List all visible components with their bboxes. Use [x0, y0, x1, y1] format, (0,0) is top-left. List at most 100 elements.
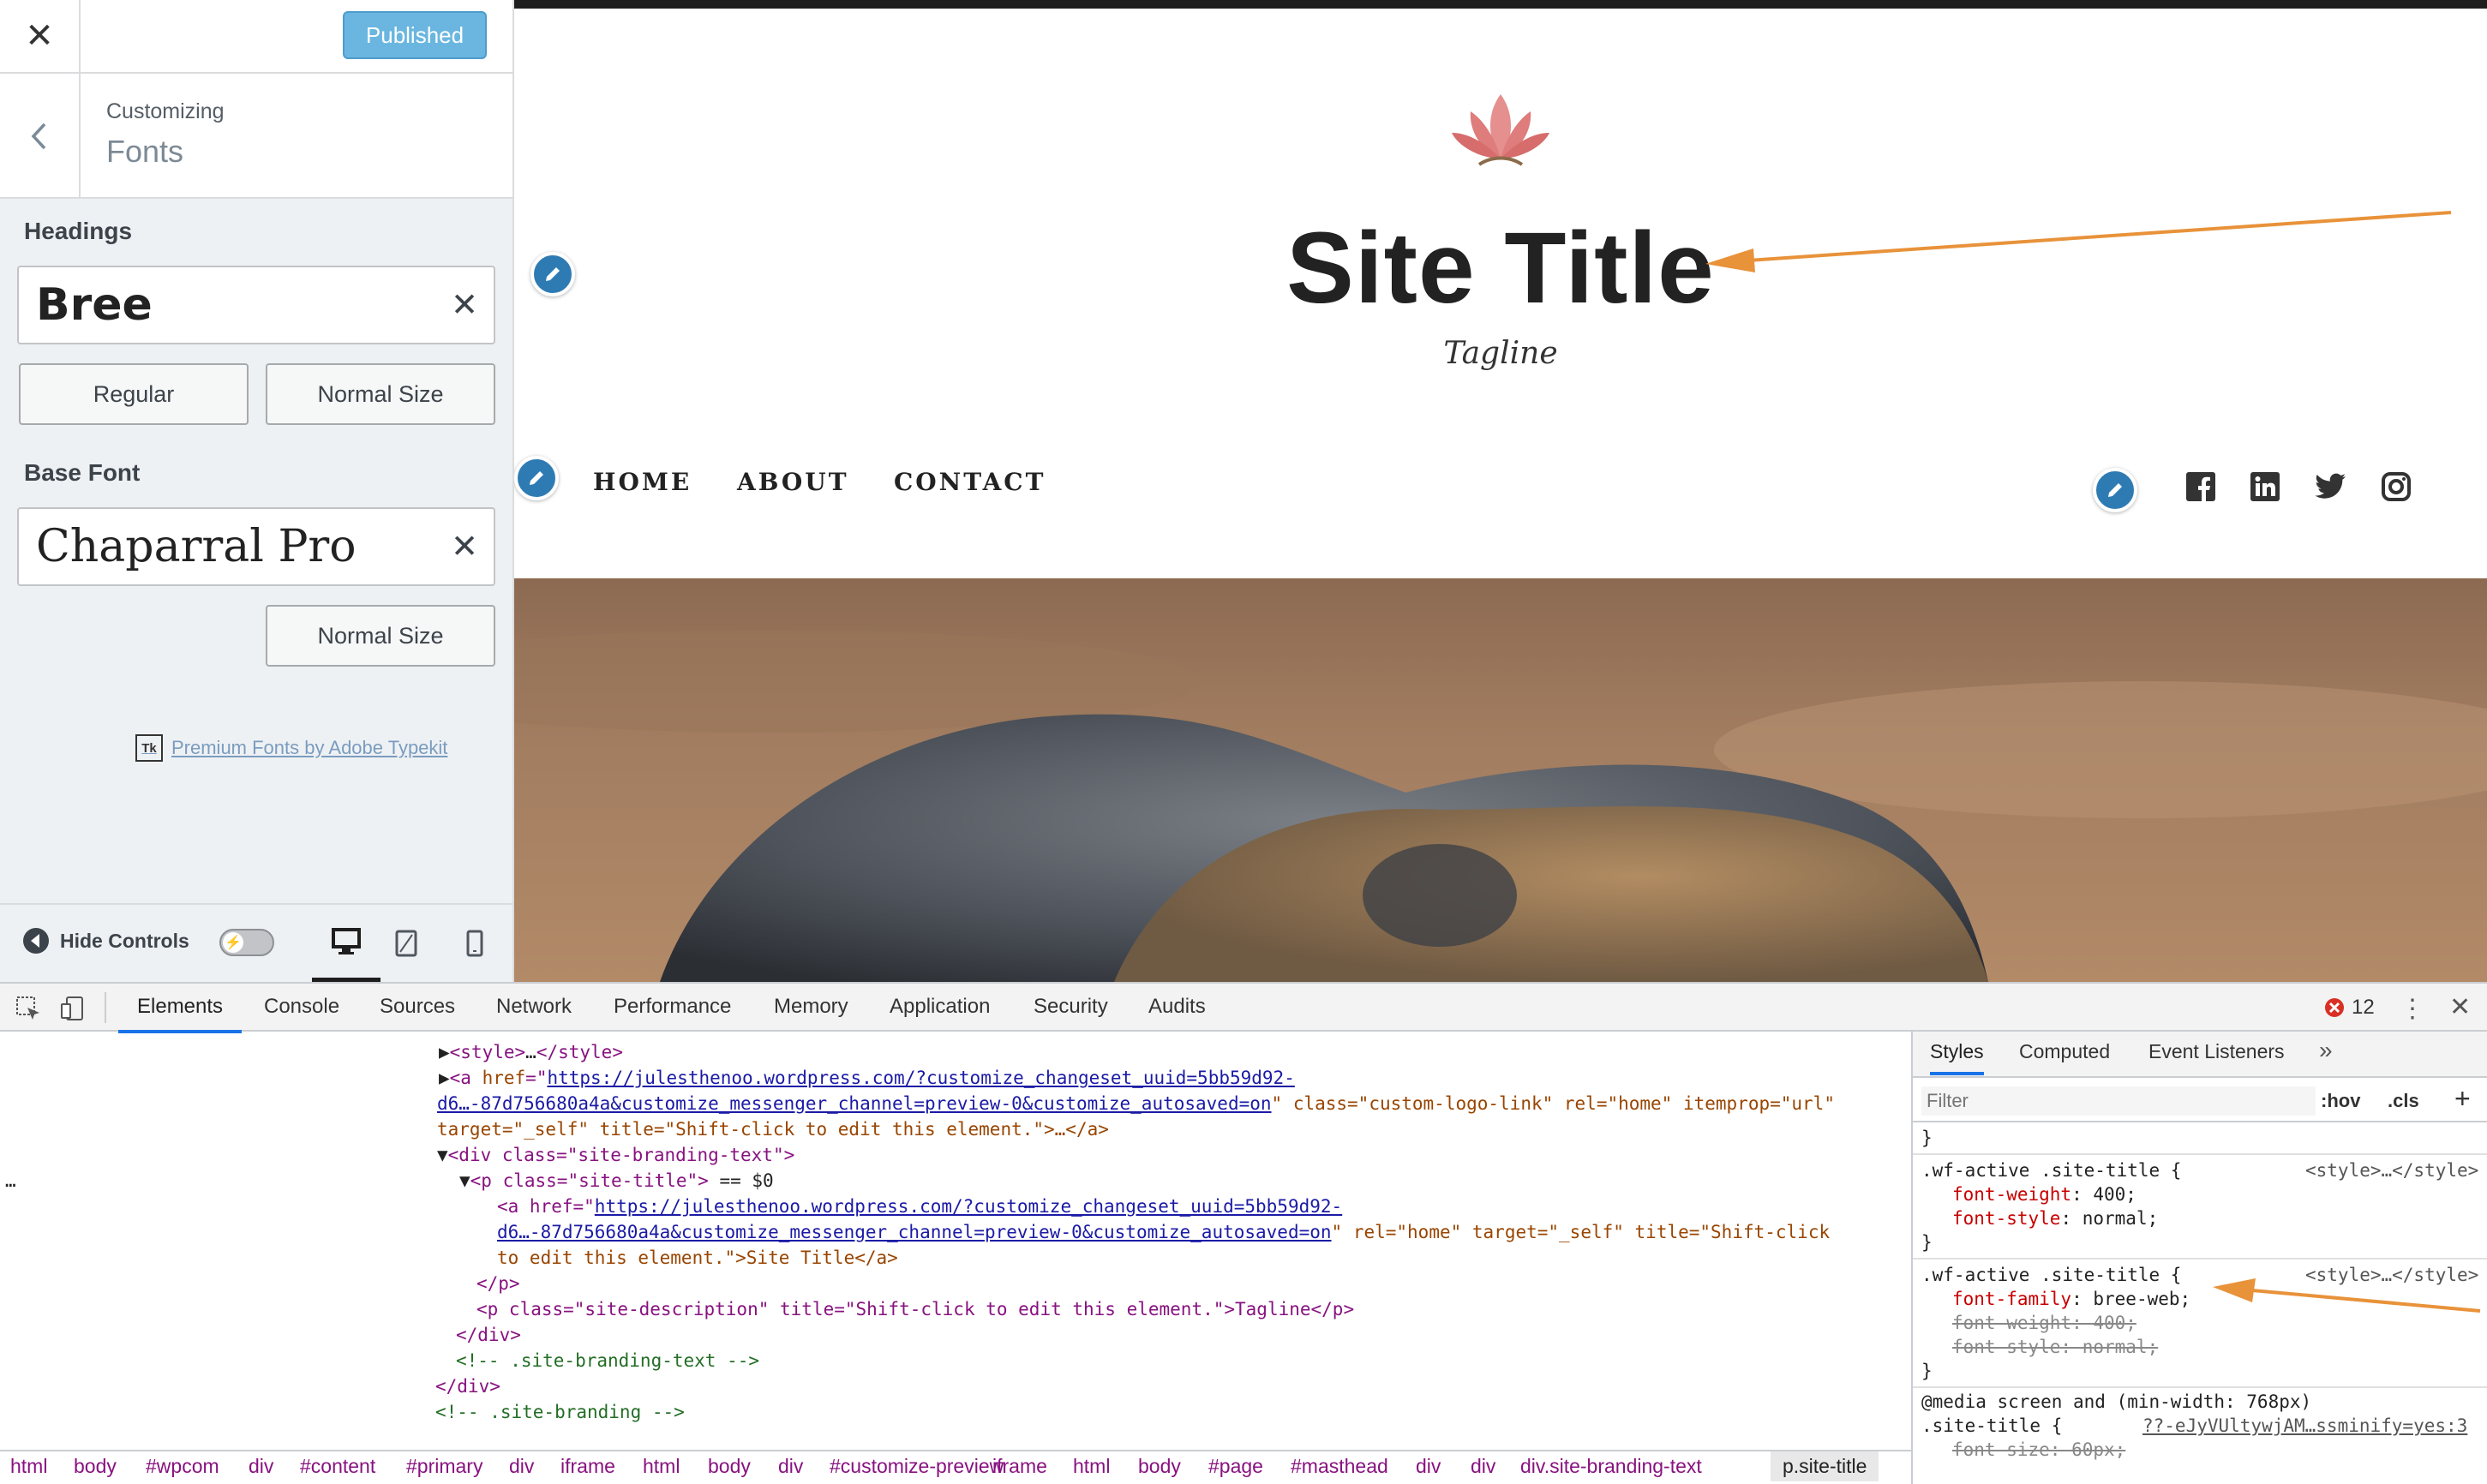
device-toolbar-icon[interactable] — [60, 996, 86, 1026]
published-button[interactable]: Published — [343, 11, 487, 59]
hide-controls-button[interactable]: Hide Controls — [22, 927, 189, 954]
tab-computed[interactable]: Computed — [2019, 1040, 2110, 1063]
crumb-site-branding-text[interactable]: div.site-branding-text — [1520, 1455, 1702, 1478]
seal-photo — [514, 630, 2487, 982]
typekit-link-row: Tk Premium Fonts by Adobe Typekit — [135, 734, 447, 762]
tab-network[interactable]: Network — [496, 984, 572, 1030]
class-toggle[interactable]: .cls — [2388, 1090, 2419, 1112]
twitter-icon[interactable] — [2314, 470, 2348, 504]
headings-size-button[interactable]: Normal Size — [266, 363, 495, 425]
rule3-source[interactable]: ??-eJyVUltywjAM…ssminify=yes:3 — [2142, 1414, 2467, 1438]
tab-elements[interactable]: Elements — [118, 984, 243, 1033]
dom-line-title-link-end[interactable]: to edit this element.">Site Title</a> — [497, 1244, 898, 1272]
dom-line-p-close[interactable]: </p> — [476, 1270, 520, 1297]
nav-home[interactable]: HOME — [593, 468, 692, 496]
crumb-div[interactable]: div — [509, 1455, 534, 1478]
error-counter[interactable]: 12 — [2324, 996, 2375, 1020]
crumb-page[interactable]: #page — [1208, 1455, 1263, 1478]
headings-style-button[interactable]: Regular — [19, 363, 249, 425]
edit-menu-button[interactable] — [514, 456, 559, 500]
crumb-body[interactable]: body — [1138, 1455, 1181, 1478]
rule1-selector[interactable]: .wf-active .site-title { — [1921, 1158, 2181, 1182]
rule2-font-weight-overridden[interactable]: font-weight: 400; — [1952, 1311, 2136, 1335]
rule2-font-family[interactable]: font-family: bree-web; — [1952, 1287, 2190, 1311]
mobile-preview-button[interactable] — [449, 905, 500, 982]
nav-about[interactable]: ABOUT — [737, 468, 849, 496]
crumb-html[interactable]: html — [1073, 1455, 1110, 1478]
crumb-div[interactable]: div — [249, 1455, 273, 1478]
dom-line-title-link-cont[interactable]: d6…-87d756680a4a&customize_messenger_cha… — [497, 1218, 1830, 1246]
rule1-source[interactable]: <style>…</style> — [2305, 1158, 2478, 1182]
inspect-element-icon[interactable] — [15, 996, 41, 1026]
crumb-div[interactable]: div — [1416, 1455, 1441, 1478]
rule2-selector[interactable]: .wf-active .site-title { — [1921, 1263, 2181, 1287]
crumb-masthead[interactable]: #masthead — [1291, 1455, 1388, 1478]
tab-console[interactable]: Console — [264, 984, 339, 1030]
rule1-decl2[interactable]: font-style: normal; — [1952, 1206, 2158, 1230]
headings-font-field[interactable]: Bree ✕ — [17, 266, 495, 344]
edit-social-button[interactable] — [2093, 468, 2137, 512]
rule-divider — [1913, 1386, 2487, 1388]
crumb-content[interactable]: #content — [300, 1455, 375, 1478]
crumb-body[interactable]: body — [708, 1455, 751, 1478]
crumb-html[interactable]: html — [643, 1455, 680, 1478]
crumb-iframe[interactable]: iframe — [992, 1455, 1047, 1478]
rule3-font-size-overridden[interactable]: font-size: 60px; — [1952, 1438, 2125, 1462]
crumb-wpcom[interactable]: #wpcom — [146, 1455, 219, 1478]
dom-line-style[interactable]: ▶<style>…</style> — [439, 1038, 623, 1066]
dom-line-logo-link-cont[interactable]: d6…-87d756680a4a&customize_messenger_cha… — [437, 1090, 1835, 1117]
dom-line-div-close[interactable]: </div> — [456, 1321, 521, 1349]
base-font-size-button[interactable]: Normal Size — [266, 605, 495, 667]
clear-base-font-icon[interactable]: ✕ — [451, 528, 478, 566]
crumb-iframe[interactable]: iframe — [560, 1455, 615, 1478]
crumb-customize-preview[interactable]: #customize-preview — [830, 1455, 1004, 1478]
dom-line-comment-branding-text[interactable]: <!-- .site-branding-text --> — [456, 1347, 759, 1374]
desktop-preview-button[interactable] — [312, 905, 381, 982]
dom-line-site-description[interactable]: <p class="site-description" title="Shift… — [476, 1296, 1354, 1323]
dom-line-comment-branding[interactable]: <!-- .site-branding --> — [435, 1398, 685, 1426]
tab-audits[interactable]: Audits — [1148, 984, 1206, 1030]
close-devtools-icon[interactable]: ✕ — [2449, 992, 2471, 1022]
crumb-div[interactable]: div — [1471, 1455, 1495, 1478]
rule1-decl1[interactable]: font-weight: 400; — [1952, 1182, 2136, 1206]
crumb-div[interactable]: div — [778, 1455, 803, 1478]
crumb-body[interactable]: body — [74, 1455, 117, 1478]
hover-state-toggle[interactable]: :hov — [2321, 1090, 2360, 1112]
dom-line-branding-div[interactable]: ▼<div class="site-branding-text"> — [437, 1141, 794, 1169]
base-font-label: Base Font — [24, 459, 141, 486]
more-tabs-icon[interactable]: » — [2319, 1037, 2333, 1064]
typekit-link[interactable]: Premium Fonts by Adobe Typekit — [171, 737, 447, 759]
tab-security[interactable]: Security — [1034, 984, 1108, 1030]
preview-toggle[interactable]: ⚡ — [219, 929, 274, 956]
tab-memory[interactable]: Memory — [774, 984, 848, 1030]
crumb-html[interactable]: html — [10, 1455, 47, 1478]
tab-sources[interactable]: Sources — [380, 984, 455, 1030]
back-button[interactable] — [0, 74, 81, 199]
clear-headings-font-icon[interactable]: ✕ — [451, 286, 478, 325]
devtools-panel: Elements Console Sources Network Perform… — [0, 982, 2487, 1484]
dom-line-logo-link[interactable]: ▶<a href="https://julesthenoo.wordpress.… — [439, 1064, 1295, 1092]
tablet-preview-button[interactable] — [381, 905, 432, 982]
close-customizer-button[interactable]: ✕ — [0, 0, 81, 72]
dom-line-logo-link-end[interactable]: target="_self" title="Shift-click to edi… — [437, 1116, 1109, 1143]
crumb-primary[interactable]: #primary — [406, 1455, 482, 1478]
nav-contact[interactable]: CONTACT — [894, 468, 1046, 496]
dom-line-title-link[interactable]: <a href="https://julesthenoo.wordpress.c… — [497, 1193, 1342, 1220]
facebook-icon[interactable] — [2184, 470, 2218, 504]
close-icon: ✕ — [25, 17, 54, 55]
instagram-icon[interactable] — [2379, 470, 2413, 504]
tab-event-listeners[interactable]: Event Listeners — [2148, 1040, 2285, 1063]
tab-styles[interactable]: Styles — [1930, 1040, 1984, 1075]
base-font-field[interactable]: Chaparral Pro ✕ — [17, 507, 495, 586]
site-logo[interactable] — [1445, 86, 1556, 171]
dom-line-div-close-2[interactable]: </div> — [435, 1373, 500, 1400]
linkedin-icon[interactable] — [2248, 470, 2282, 504]
crumb-site-title-active[interactable]: p.site-title — [1771, 1451, 1879, 1481]
styles-filter-input[interactable] — [1921, 1086, 2316, 1116]
kebab-menu-icon[interactable]: ⋮ — [2400, 994, 2425, 1024]
tab-application[interactable]: Application — [890, 984, 990, 1030]
rule3-selector[interactable]: .site-title { — [1921, 1414, 2062, 1438]
add-rule-icon[interactable]: + — [2454, 1083, 2471, 1115]
tab-performance[interactable]: Performance — [614, 984, 731, 1030]
rule2-font-style-overridden[interactable]: font-style: normal; — [1952, 1335, 2158, 1359]
